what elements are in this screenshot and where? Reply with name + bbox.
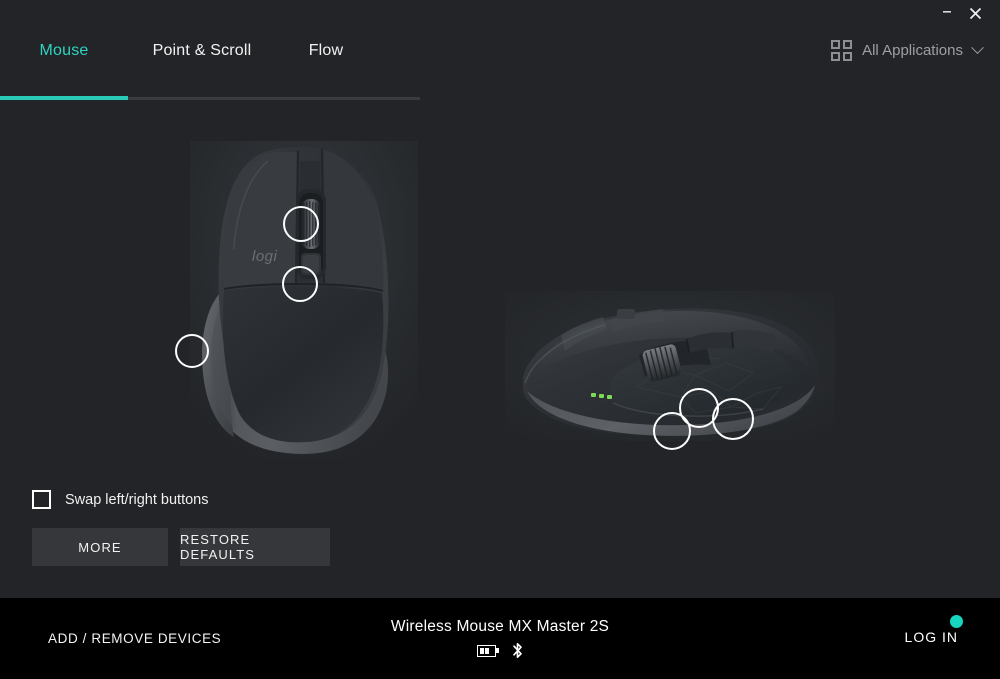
device-stage: logi Swap left/right buttons MORE RESTOR… xyxy=(0,76,1000,598)
swap-buttons-label: Swap left/right buttons xyxy=(65,491,209,508)
window-controls xyxy=(0,0,1000,26)
tab-mouse[interactable]: Mouse xyxy=(0,26,128,76)
thumb-wheel-highlight[interactable] xyxy=(175,334,209,368)
bluetooth-icon xyxy=(511,642,524,659)
device-status-icons xyxy=(476,642,524,659)
chevron-down-icon xyxy=(971,41,984,55)
device-name-label: Wireless Mouse MX Master 2S xyxy=(390,618,610,635)
tab-point-and-scroll[interactable]: Point & Scroll xyxy=(128,26,276,76)
online-status-dot xyxy=(950,615,963,628)
tab-flow-label: Flow xyxy=(308,42,344,59)
tab-point-and-scroll-label: Point & Scroll xyxy=(152,42,252,59)
application-selector-label: All Applications xyxy=(862,42,963,59)
active-device-info: Wireless Mouse MX Master 2S xyxy=(0,598,1000,659)
tab-list: Mouse Point & Scroll Flow xyxy=(0,26,376,76)
more-button[interactable]: MORE xyxy=(32,528,168,566)
more-button-label: MORE xyxy=(78,539,122,555)
close-icon xyxy=(969,7,981,19)
close-button[interactable] xyxy=(962,2,988,24)
restore-defaults-button[interactable]: RESTORE DEFAULTS xyxy=(180,528,330,566)
tab-flow[interactable]: Flow xyxy=(276,26,376,76)
grid-icon xyxy=(831,40,853,61)
logi-brandmark: logi xyxy=(252,248,278,265)
application-selector[interactable]: All Applications xyxy=(831,40,984,61)
minimize-icon xyxy=(943,10,951,13)
forward-button-highlight[interactable] xyxy=(712,398,754,440)
tab-mouse-label: Mouse xyxy=(39,42,89,59)
logitech-options-window: Mouse Point & Scroll Flow All Applicatio… xyxy=(0,0,1000,679)
minimize-button[interactable] xyxy=(934,2,960,24)
restore-defaults-button-label: RESTORE DEFAULTS xyxy=(180,532,256,562)
footer-bar: ADD / REMOVE DEVICES Wireless Mouse MX M… xyxy=(0,598,1000,679)
log-in-button[interactable]: LOG IN xyxy=(905,629,958,645)
swap-buttons-checkbox[interactable] xyxy=(32,490,51,509)
swap-buttons-row[interactable]: Swap left/right buttons xyxy=(32,490,208,509)
mouse-side-view-image xyxy=(505,291,835,450)
mode-shift-button-highlight[interactable] xyxy=(282,266,318,302)
action-buttons: MORE RESTORE DEFAULTS xyxy=(32,528,330,566)
mouse-top-view-image: logi xyxy=(175,141,418,459)
battery-icon xyxy=(476,644,499,657)
scroll-wheel-highlight[interactable] xyxy=(283,206,319,242)
